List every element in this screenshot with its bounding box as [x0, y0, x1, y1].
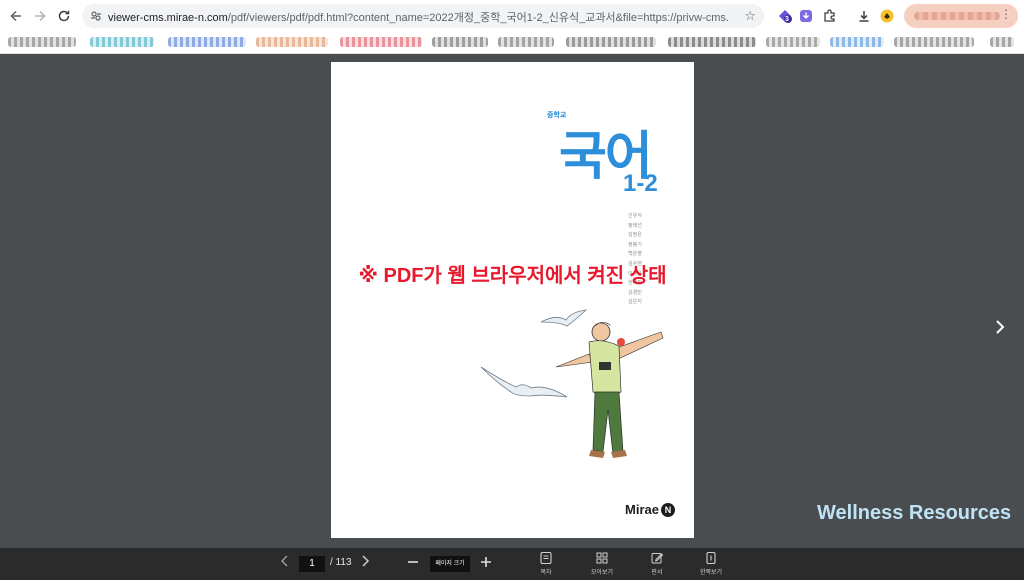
download-extension-icon[interactable] [797, 7, 815, 25]
overlay-notice: ※ PDF가 웹 브라우저에서 켜진 상태 [358, 265, 667, 287]
prev-page-icon[interactable] [280, 554, 290, 571]
bookmark-item[interactable] [766, 37, 820, 47]
single-page-label: 한쪽보기 [699, 570, 723, 576]
zoom-out-icon[interactable] [406, 552, 420, 577]
toc-button[interactable]: 목차 [524, 551, 568, 576]
browser-chrome: viewer-cms.mirae-n.com/pdf/viewers/pdf/p… [0, 0, 1024, 54]
bookmark-item[interactable] [168, 37, 246, 47]
bookmark-item[interactable] [668, 37, 756, 47]
publisher-name: Mirae [625, 502, 659, 517]
browser-toolbar: viewer-cms.mirae-n.com/pdf/viewers/pdf/p… [0, 0, 1024, 32]
book-volume: 1-2 [623, 170, 658, 197]
bookmark-item[interactable] [566, 37, 656, 47]
back-icon[interactable] [6, 6, 26, 26]
bookmark-item[interactable] [90, 37, 154, 47]
cover-illustration [480, 309, 664, 458]
page-number-input[interactable]: 1 [299, 556, 325, 572]
bookmarks-bar [0, 32, 1024, 52]
url-path: /pdf/viewers/pdf/pdf.html?content_name=2… [227, 12, 728, 24]
bookmark-item[interactable] [990, 37, 1014, 47]
profile-name-blurred [914, 12, 1000, 20]
next-page-icon[interactable] [360, 554, 370, 571]
address-bar[interactable]: viewer-cms.mirae-n.com/pdf/viewers/pdf/p… [82, 4, 764, 28]
grid-view-label: 모아보기 [590, 570, 614, 576]
single-page-button[interactable]: 한쪽보기 [689, 551, 733, 576]
bookmark-star-icon[interactable]: ☆ [744, 8, 756, 24]
total-pages: / 113 [330, 557, 352, 568]
bookmark-item[interactable] [340, 37, 422, 47]
watermark-text: Wellness Resources [817, 502, 1012, 524]
publisher-mark: N [660, 502, 675, 517]
url-text[interactable]: viewer-cms.mirae-n.com/pdf/viewers/pdf/p… [108, 9, 728, 25]
grid-icon [596, 552, 608, 564]
single-page-icon [706, 551, 716, 565]
pen-icon [651, 553, 664, 564]
app-extension-icon[interactable] [878, 7, 896, 25]
bookmark-item[interactable] [432, 37, 488, 47]
annotate-button[interactable]: 판서 [635, 551, 679, 576]
puzzle-extensions-icon[interactable] [821, 7, 839, 25]
pdf-page: 중학교 국어 1-2 신유식 정태선 김정은 정봉기 백은영 김수현 이지은 한… [331, 62, 694, 538]
toc-icon [540, 551, 552, 565]
bookmark-item[interactable] [830, 37, 884, 47]
author: 정태선 [628, 222, 642, 229]
bookmark-item[interactable] [894, 37, 974, 47]
grid-view-button[interactable]: 모아보기 [580, 551, 624, 576]
zoom-in-icon[interactable] [479, 552, 493, 577]
publisher-logo: Mirae N [625, 502, 675, 517]
viewer-bottom-toolbar: 1 / 113 페이지 크기 목차 모아보기 판서 한쪽보기 [0, 548, 1024, 580]
pdf-viewer: 중학교 국어 1-2 신유식 정태선 김정은 정봉기 백은영 김수현 이지은 한… [0, 54, 1024, 548]
reload-icon[interactable] [54, 6, 74, 26]
more-menu-icon[interactable]: ⋮ [1000, 7, 1012, 21]
toc-label: 목차 [540, 570, 552, 576]
extension-badge: 3 [785, 16, 789, 23]
author: 정봉기 [628, 241, 642, 248]
profile-button[interactable]: ⋮ [904, 4, 1018, 28]
next-page-arrow-icon[interactable] [990, 317, 1010, 337]
downloads-icon[interactable] [855, 7, 873, 25]
site-settings-icon[interactable] [88, 8, 104, 24]
author: 신유식 [628, 213, 642, 219]
url-host: viewer-cms.mirae-n.com [108, 12, 228, 24]
bookmark-item[interactable] [498, 37, 554, 47]
zoom-fit-button[interactable]: 페이지 크기 [430, 556, 470, 572]
forward-icon[interactable] [30, 6, 50, 26]
bookmark-item[interactable] [256, 37, 328, 47]
author: 김정은 [628, 232, 642, 239]
bookmark-item[interactable] [8, 37, 76, 47]
annotate-label: 판서 [651, 570, 663, 576]
